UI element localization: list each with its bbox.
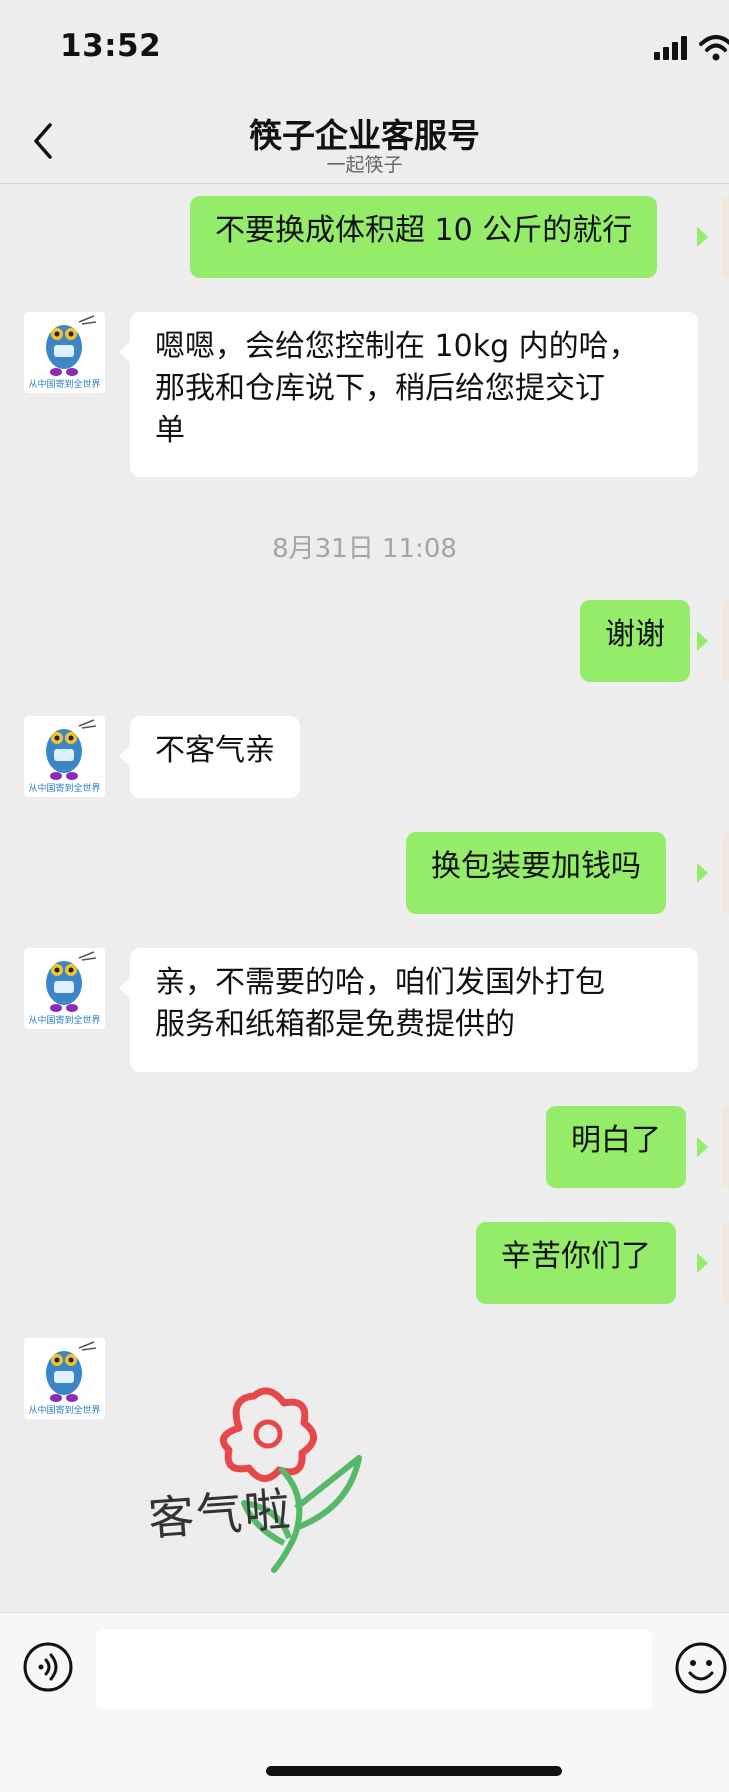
wifi-icon (699, 35, 729, 61)
message-line: 亲，不需要的哈，咱们发国外打包 (155, 965, 605, 1000)
message-input[interactable] (96, 1629, 652, 1709)
bubble-tail (697, 1253, 708, 1273)
message-bubble-outgoing[interactable]: 明白了 (546, 1106, 686, 1188)
message-line: 服务和纸箱都是免费提供的 (155, 1007, 515, 1042)
message-text: 明白了 (571, 1123, 661, 1158)
chat-header: 筷子企业客服号 一起筷子 (0, 100, 729, 184)
message-timestamp: 8月31日 11:08 (272, 534, 457, 564)
contact-avatar[interactable]: 从中国寄到全世界 (24, 1338, 105, 1419)
message-line: 嗯嗯，会给您控制在 10kg 内的哈， (155, 329, 639, 364)
chat-input-bar (0, 1612, 729, 1792)
my-avatar[interactable] (722, 832, 729, 914)
message-line: 那我和仓库说下，稍后给您提交订 (155, 371, 605, 406)
bubble-tail (697, 863, 708, 883)
message-bubble-incoming[interactable]: 亲，不需要的哈，咱们发国外打包 服务和纸箱都是免费提供的 (130, 948, 698, 1072)
cellular-signal-icon (654, 36, 687, 60)
bubble-tail (697, 631, 708, 651)
my-avatar[interactable] (722, 1222, 729, 1304)
bubble-tail (697, 227, 708, 247)
avatar-caption: 从中国寄到全世界 (28, 1406, 101, 1416)
message-text: 不客气亲 (155, 733, 275, 768)
avatar-caption: 从中国寄到全世界 (28, 380, 101, 390)
bubble-tail (119, 746, 130, 766)
my-avatar[interactable] (722, 1106, 729, 1188)
contact-avatar[interactable]: 从中国寄到全世界 (24, 716, 105, 797)
message-bubble-incoming[interactable]: 嗯嗯，会给您控制在 10kg 内的哈， 那我和仓库说下，稍后给您提交订 单 (130, 312, 698, 477)
sticker-caption: 客气啦 (146, 1482, 294, 1546)
contact-avatar[interactable]: 从中国寄到全世界 (24, 312, 105, 393)
message-line: 单 (155, 413, 185, 448)
message-bubble-outgoing[interactable]: 辛苦你们了 (476, 1222, 676, 1304)
message-text: 辛苦你们了 (501, 1239, 651, 1274)
my-avatar[interactable] (722, 600, 729, 682)
chat-subtitle: 一起筷子 (326, 154, 403, 176)
contact-avatar[interactable]: 从中国寄到全世界 (24, 948, 105, 1029)
voice-icon[interactable] (22, 1641, 74, 1693)
message-bubble-outgoing[interactable]: 换包装要加钱吗 (406, 832, 666, 914)
my-avatar[interactable] (722, 196, 729, 278)
emoji-icon[interactable] (674, 1641, 728, 1695)
message-text: 换包装要加钱吗 (431, 849, 641, 884)
status-bar: 13:52 (0, 0, 729, 100)
message-text: 谢谢 (605, 617, 665, 652)
bubble-tail (119, 978, 130, 998)
message-bubble-outgoing[interactable]: 谢谢 (580, 600, 690, 682)
message-bubble-incoming[interactable]: 不客气亲 (130, 716, 300, 798)
bubble-tail (119, 342, 130, 362)
message-bubble-outgoing[interactable]: 不要换成体积超 10 公斤的就行 (190, 196, 658, 278)
avatar-caption: 从中国寄到全世界 (28, 784, 101, 794)
bubble-tail (697, 1137, 708, 1157)
avatar-caption: 从中国寄到全世界 (28, 1016, 101, 1026)
message-text: 不要换成体积超 10 公斤的就行 (215, 213, 633, 248)
home-indicator[interactable] (266, 1766, 562, 1776)
status-time: 13:52 (60, 28, 162, 64)
